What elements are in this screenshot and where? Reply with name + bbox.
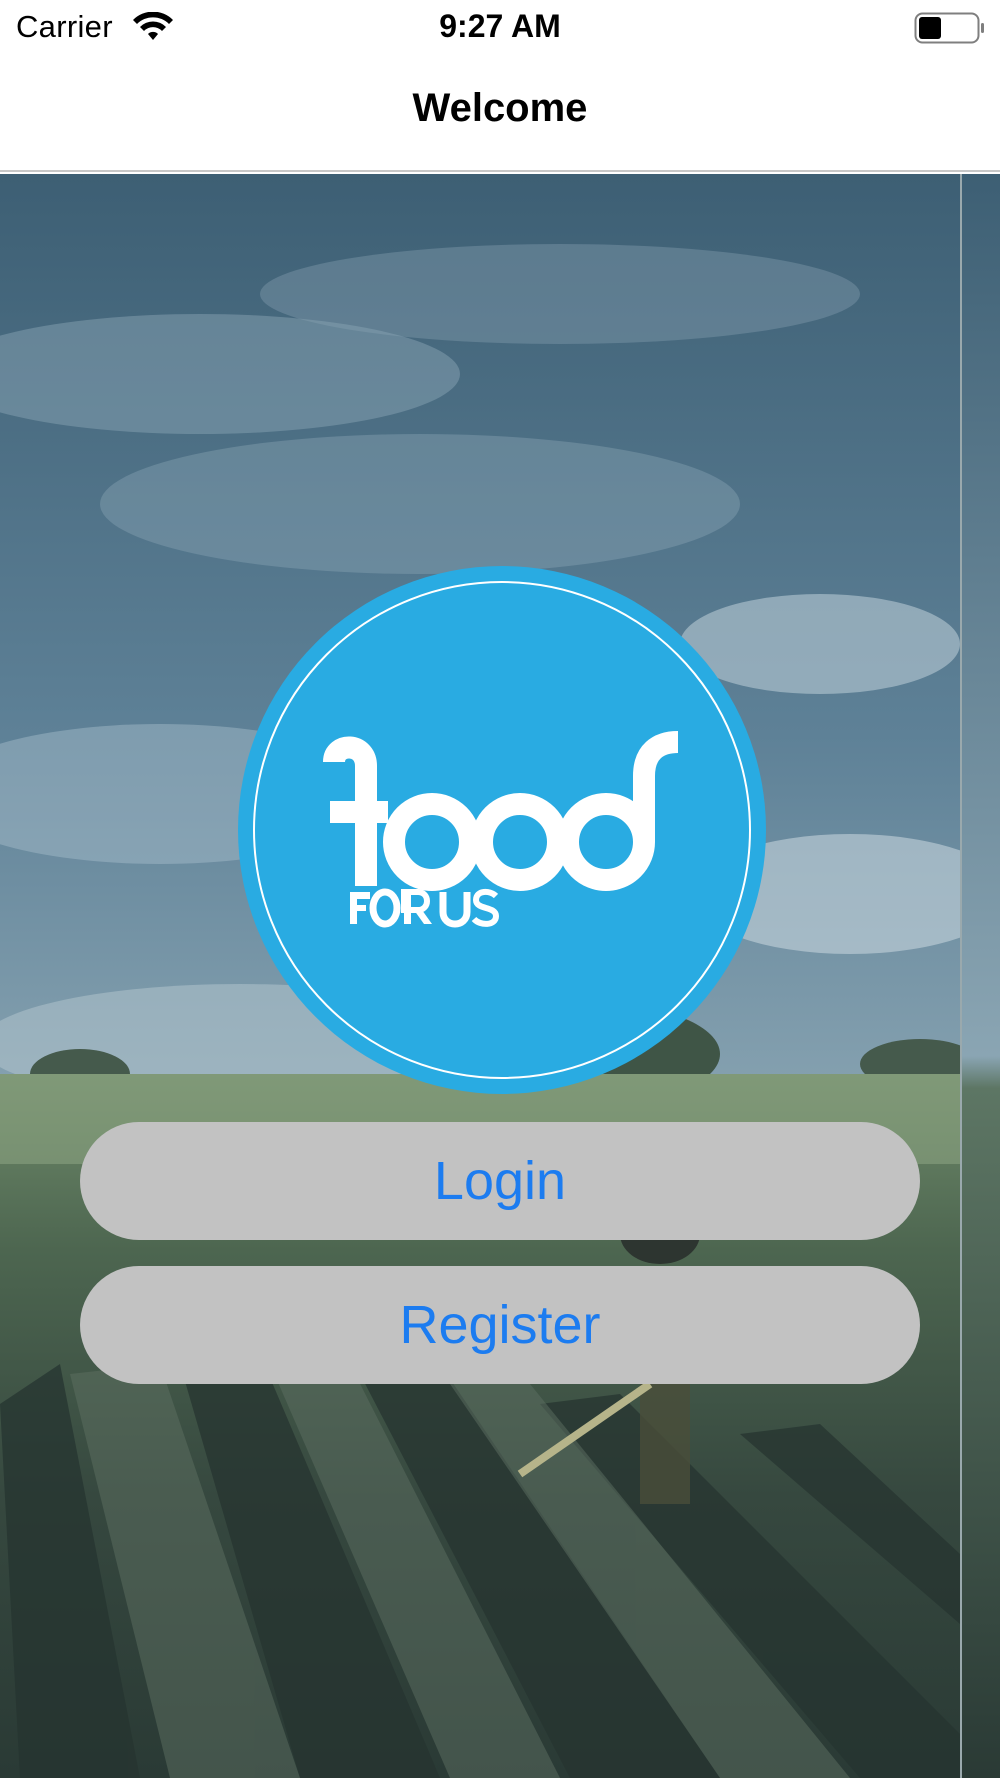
navigation-bar: Welcome: [0, 56, 1000, 172]
battery-icon: [914, 12, 984, 44]
status-bar: Carrier 9:27 AM: [0, 0, 1000, 56]
page-title: Welcome: [412, 86, 588, 130]
status-time: 9:27 AM: [439, 8, 561, 44]
login-button[interactable]: Login: [80, 1122, 920, 1240]
food-for-us-logo: [238, 566, 766, 1094]
register-button[interactable]: Register: [80, 1266, 920, 1384]
background-photo-next: [962, 174, 1000, 1778]
